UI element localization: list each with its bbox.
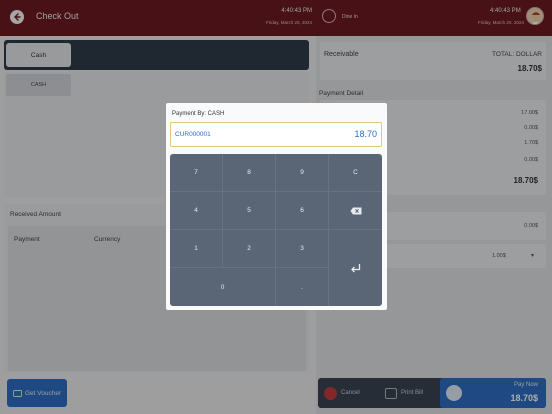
currency-code: CUR000001 (175, 131, 211, 138)
key-5[interactable]: 5 (223, 192, 276, 230)
key-clear[interactable]: C (329, 154, 382, 192)
key-4[interactable]: 4 (170, 192, 223, 230)
dialog-title: Payment By: CASH (172, 111, 225, 117)
payment-dialog: Payment By: CASH CUR000001 18.70 7 8 9 C… (166, 103, 387, 310)
key-9[interactable]: 9 (276, 154, 329, 192)
key-decimal[interactable]: . (276, 268, 329, 306)
key-0[interactable]: 0 (170, 268, 276, 306)
enter-key[interactable] (329, 230, 382, 306)
key-8[interactable]: 8 (223, 154, 276, 192)
key-3[interactable]: 3 (276, 230, 329, 268)
enter-icon (351, 263, 361, 272)
numeric-keypad: 7 8 9 C 4 5 6 1 2 3 0 . (170, 154, 382, 306)
checkout-screen: Check Out 4:40:43 PM Friday, March 20, 2… (0, 0, 552, 414)
amount-input[interactable]: CUR000001 18.70 (170, 122, 382, 147)
key-6[interactable]: 6 (276, 192, 329, 230)
key-1[interactable]: 1 (170, 230, 223, 268)
backspace-key[interactable] (329, 192, 382, 230)
key-7[interactable]: 7 (170, 154, 223, 192)
backspace-icon (350, 207, 361, 214)
key-2[interactable]: 2 (223, 230, 276, 268)
amount-value: 18.70 (354, 129, 377, 139)
